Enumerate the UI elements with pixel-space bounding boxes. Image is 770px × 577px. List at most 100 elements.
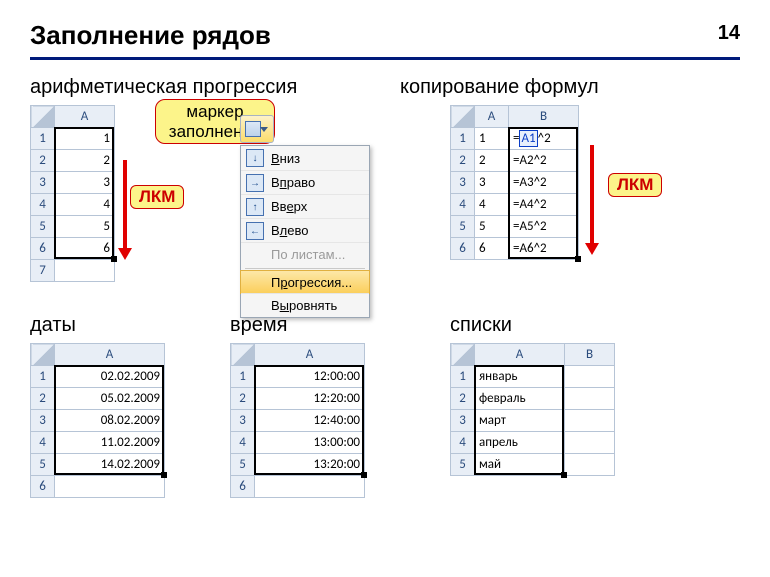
cell[interactable] xyxy=(565,432,615,454)
callout-lkm: ЛКМ xyxy=(608,173,662,197)
col-header: B xyxy=(565,344,615,366)
cell[interactable]: =A5^2 xyxy=(509,216,579,238)
row-header: 4 xyxy=(31,432,55,454)
cell[interactable] xyxy=(565,410,615,432)
menu-item-right[interactable]: →Вправо xyxy=(241,170,369,194)
chevron-down-icon xyxy=(260,127,268,132)
cell[interactable]: 02.02.2009 xyxy=(55,366,165,388)
row-header: 2 xyxy=(451,388,475,410)
cell[interactable]: 1 xyxy=(55,128,115,150)
col-header: A xyxy=(255,344,365,366)
table-lists: A B 1январь 2февраль 3март 4апрель 5май xyxy=(450,343,615,476)
row-header: 1 xyxy=(31,366,55,388)
row-header: 5 xyxy=(231,454,255,476)
cell[interactable]: 2 xyxy=(475,150,509,172)
fill-handle[interactable] xyxy=(575,256,581,262)
cell[interactable]: 4 xyxy=(55,194,115,216)
cell[interactable]: 11.02.2009 xyxy=(55,432,165,454)
corner-cell xyxy=(451,344,475,366)
row-header: 6 xyxy=(231,476,255,498)
cell[interactable]: 5 xyxy=(475,216,509,238)
cell[interactable]: 05.02.2009 xyxy=(55,388,165,410)
callout-lkm: ЛКМ xyxy=(130,185,184,209)
row-header: 4 xyxy=(31,194,55,216)
row-header: 2 xyxy=(31,150,55,172)
cell[interactable]: 6 xyxy=(55,238,115,260)
row-header: 1 xyxy=(231,366,255,388)
cell-formula[interactable]: =A1^2 xyxy=(509,128,579,150)
row-header: 2 xyxy=(31,388,55,410)
table-dates: A 102.02.2009 205.02.2009 308.02.2009 41… xyxy=(30,343,165,498)
cell[interactable]: январь xyxy=(475,366,565,388)
fill-handle[interactable] xyxy=(361,472,367,478)
fill-handle[interactable] xyxy=(161,472,167,478)
menu-separator xyxy=(245,268,365,269)
cell[interactable] xyxy=(55,476,165,498)
cell[interactable]: 3 xyxy=(475,172,509,194)
cell[interactable]: 13:20:00 xyxy=(255,454,365,476)
heading-arith: арифметическая прогрессия xyxy=(30,76,390,99)
row-header: 6 xyxy=(31,476,55,498)
corner-cell xyxy=(231,344,255,366)
page-number: 14 xyxy=(718,22,740,45)
cell[interactable]: 6 xyxy=(475,238,509,260)
cell[interactable]: 5 xyxy=(55,216,115,238)
cell[interactable]: 1 xyxy=(475,128,509,150)
corner-cell xyxy=(451,106,475,128)
corner-cell xyxy=(31,344,55,366)
arrow-left-icon: ← xyxy=(246,222,264,240)
cell[interactable]: =A4^2 xyxy=(509,194,579,216)
col-header: B xyxy=(509,106,579,128)
cell[interactable]: 12:00:00 xyxy=(255,366,365,388)
row-header: 5 xyxy=(451,216,475,238)
row-header: 2 xyxy=(451,150,475,172)
cell[interactable] xyxy=(565,454,615,476)
cell[interactable]: 12:40:00 xyxy=(255,410,365,432)
cell[interactable]: 13:00:00 xyxy=(255,432,365,454)
fill-handle[interactable] xyxy=(561,472,567,478)
heading-lists: списки xyxy=(450,314,670,337)
cell[interactable]: 08.02.2009 xyxy=(55,410,165,432)
menu-item-left[interactable]: ←Влево xyxy=(241,218,369,242)
row-header: 3 xyxy=(31,410,55,432)
menu-item-progression[interactable]: Прогрессия... xyxy=(240,270,370,294)
menu-item-sheets: По листам... xyxy=(241,242,369,266)
row-header: 3 xyxy=(451,410,475,432)
heading-formulas: копирование формул xyxy=(400,76,740,99)
cell[interactable] xyxy=(565,366,615,388)
table-time: A 112:00:00 212:20:00 312:40:00 413:00:0… xyxy=(230,343,365,498)
fill-button[interactable] xyxy=(240,115,274,143)
menu-item-down[interactable]: ↓Вниз xyxy=(241,146,369,170)
cell[interactable]: 14.02.2009 xyxy=(55,454,165,476)
row-header: 2 xyxy=(231,388,255,410)
cell[interactable] xyxy=(255,476,365,498)
cell-ref: A1 xyxy=(519,130,537,147)
cell[interactable] xyxy=(565,388,615,410)
cell[interactable]: май xyxy=(475,454,565,476)
cell[interactable]: 2 xyxy=(55,150,115,172)
row-header: 6 xyxy=(451,238,475,260)
col-header: A xyxy=(55,344,165,366)
cell[interactable]: апрель xyxy=(475,432,565,454)
cell[interactable]: 12:20:00 xyxy=(255,388,365,410)
cell[interactable]: февраль xyxy=(475,388,565,410)
arrow-down-icon: ↓ xyxy=(246,149,264,167)
heading-time: время xyxy=(230,314,420,337)
cell[interactable]: =A3^2 xyxy=(509,172,579,194)
col-header: A xyxy=(55,106,115,128)
cell[interactable]: =A2^2 xyxy=(509,150,579,172)
fill-icon xyxy=(245,121,261,137)
menu-item-up[interactable]: ↑Вверх xyxy=(241,194,369,218)
cell[interactable]: =A6^2 xyxy=(509,238,579,260)
corner-cell xyxy=(31,106,55,128)
row-header: 3 xyxy=(31,172,55,194)
arrow-right-icon: → xyxy=(246,174,264,192)
cell[interactable]: март xyxy=(475,410,565,432)
cell[interactable] xyxy=(55,260,115,282)
fill-handle[interactable] xyxy=(111,256,117,262)
row-header: 1 xyxy=(451,366,475,388)
cell[interactable]: 4 xyxy=(475,194,509,216)
cell[interactable]: 3 xyxy=(55,172,115,194)
row-header: 4 xyxy=(451,194,475,216)
table-formulas: A B 11=A1^2 22=A2^2 33=A3^2 44=A4^2 55=A… xyxy=(450,105,579,260)
